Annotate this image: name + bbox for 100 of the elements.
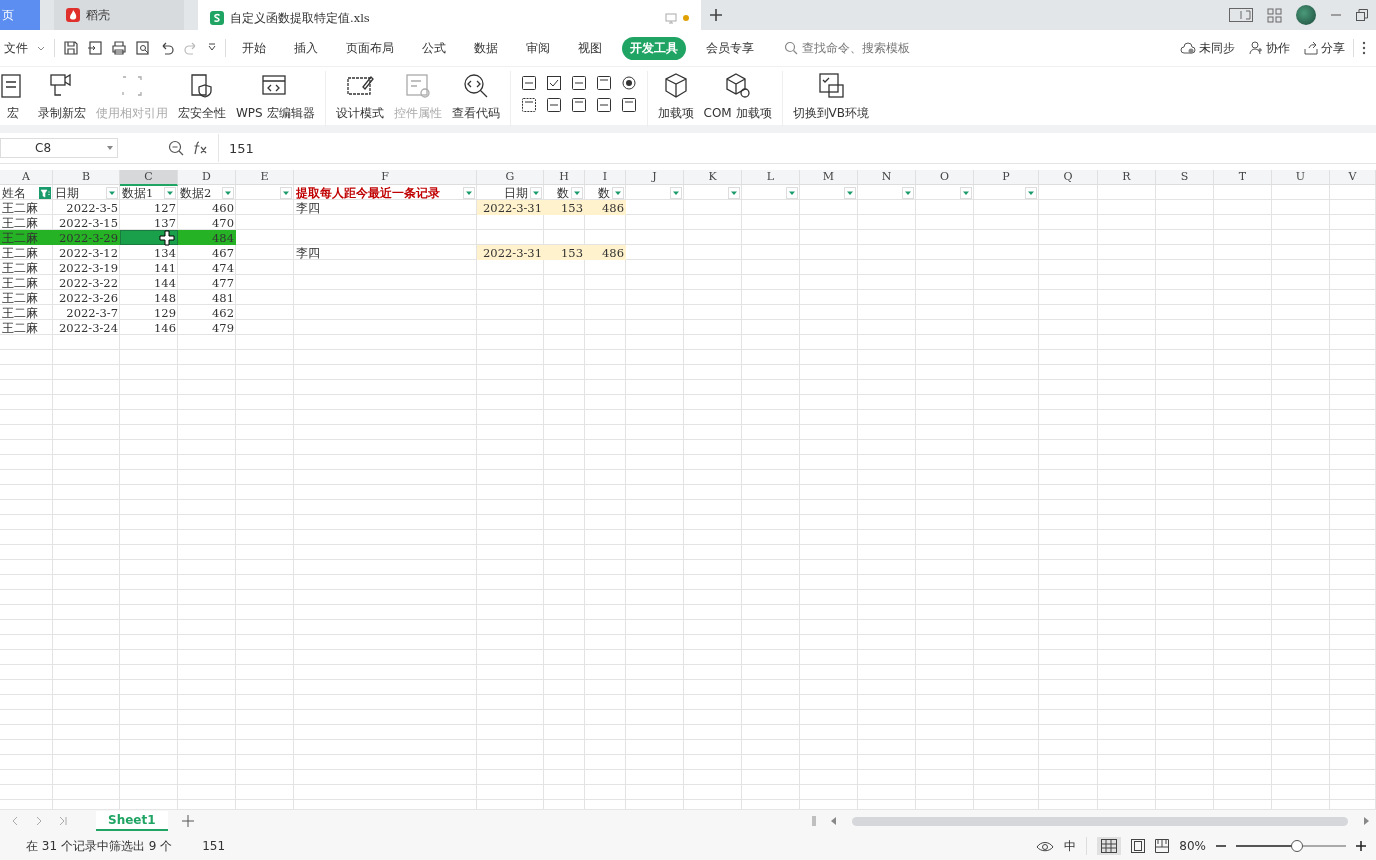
ribbon-button[interactable]: 设计模式 <box>335 71 384 122</box>
eye-icon[interactable] <box>1036 839 1055 853</box>
table-cell-text: 王二麻 <box>1 305 39 320</box>
ribbon-button[interactable]: 加载项 <box>657 71 694 122</box>
ribbon-tab[interactable]: 插入 <box>286 36 326 60</box>
zoom-icon[interactable] <box>168 140 184 156</box>
column-header[interactable]: I <box>585 170 626 186</box>
column-header[interactable]: M <box>800 170 858 186</box>
export-icon[interactable] <box>87 40 103 56</box>
filter-dropdown-icon[interactable] <box>786 186 798 199</box>
print-preview-icon[interactable] <box>135 40 151 56</box>
filter-dropdown-icon[interactable] <box>106 186 118 199</box>
zoom-in-icon[interactable] <box>1356 841 1366 851</box>
column-header[interactable]: H <box>544 170 585 186</box>
zoom-slider-thumb[interactable] <box>1290 840 1303 852</box>
ribbon-button[interactable]: 宏 <box>0 71 28 122</box>
collaborate-button[interactable]: 协作 <box>1249 39 1290 57</box>
reading-mode-icon[interactable] <box>1229 8 1253 22</box>
share-button[interactable]: 分享 <box>1304 39 1345 57</box>
zoom-level-dropdown[interactable]: 80% <box>1179 839 1206 853</box>
column-header[interactable]: S <box>1156 170 1214 186</box>
column-header[interactable]: E <box>236 170 294 186</box>
active-filter-icon[interactable] <box>39 186 51 199</box>
file-menu[interactable]: 文件 <box>4 39 28 57</box>
name-box[interactable]: C8 <box>0 138 118 158</box>
column-header[interactable]: L <box>742 170 800 186</box>
column-header[interactable]: G <box>477 170 544 186</box>
form-control-icon[interactable] <box>570 75 587 91</box>
column-header[interactable]: C <box>120 170 178 186</box>
restore-icon[interactable] <box>1356 9 1368 21</box>
new-tab-icon[interactable] <box>708 8 723 22</box>
column-header[interactable]: K <box>684 170 742 186</box>
ribbon-button[interactable]: 查看代码 <box>451 71 500 122</box>
filter-dropdown-icon[interactable] <box>530 186 542 199</box>
column-header[interactable]: A <box>0 170 53 186</box>
form-control-icon[interactable] <box>520 75 537 91</box>
column-header[interactable]: V <box>1330 170 1376 186</box>
ribbon-tab[interactable]: 数据 <box>466 36 506 60</box>
form-control-icon[interactable] <box>595 97 612 113</box>
filter-dropdown-icon[interactable] <box>571 186 583 199</box>
add-sheet-icon[interactable] <box>181 815 194 827</box>
column-header[interactable]: U <box>1272 170 1330 186</box>
search-field[interactable]: 查找命令、搜索模板 <box>784 40 944 56</box>
chevron-down-icon[interactable] <box>207 43 217 53</box>
horizontal-scrollbar[interactable] <box>852 816 1348 826</box>
more-options-icon[interactable] <box>1362 41 1366 55</box>
document-tab[interactable]: 自定义函数提取特定值.xls <box>198 0 701 30</box>
filter-dropdown-icon[interactable] <box>902 186 914 199</box>
form-control-icon[interactable] <box>545 97 562 113</box>
filter-dropdown-icon[interactable] <box>463 186 475 199</box>
form-control-icon[interactable] <box>520 97 537 113</box>
document-tab[interactable]: 稻壳 <box>54 0 184 30</box>
ribbon-button[interactable]: 宏安全性 <box>178 71 226 122</box>
filter-dropdown-icon[interactable] <box>670 186 682 199</box>
form-control-icon[interactable] <box>620 97 637 113</box>
column-header[interactable]: R <box>1098 170 1156 186</box>
form-control-icon[interactable] <box>595 75 612 91</box>
ribbon-button[interactable]: WPS 宏编辑器 <box>236 71 315 122</box>
ribbon-tab[interactable]: 审阅 <box>518 36 558 60</box>
column-header[interactable]: F <box>294 170 477 186</box>
save-icon[interactable] <box>63 40 79 56</box>
scroll-right-icon[interactable] <box>1362 817 1370 825</box>
form-control-icon[interactable] <box>570 97 587 113</box>
scroll-left-icon[interactable] <box>830 817 838 825</box>
filter-dropdown-icon[interactable] <box>280 186 292 199</box>
normal-view-icon[interactable] <box>1097 837 1122 855</box>
filter-dropdown-icon[interactable] <box>1025 186 1037 199</box>
formula-input[interactable]: 151 <box>218 134 1376 162</box>
ribbon-button[interactable]: COM 加载项 <box>703 71 772 122</box>
column-header[interactable]: N <box>858 170 916 186</box>
page-break-view-icon[interactable] <box>1155 839 1170 853</box>
column-header[interactable]: P <box>974 170 1039 186</box>
filter-dropdown-icon[interactable] <box>844 186 856 199</box>
filter-dropdown-icon[interactable] <box>728 186 740 199</box>
ribbon-tab[interactable]: 公式 <box>414 36 454 60</box>
filter-dropdown-icon[interactable] <box>164 186 176 199</box>
form-control-icon[interactable] <box>545 75 562 91</box>
table-cell-text: 141 <box>153 260 177 275</box>
ribbon-tab[interactable]: 页面布局 <box>338 36 402 60</box>
ribbon-tab[interactable]: 开始 <box>234 36 274 60</box>
sync-button[interactable]: 未同步 <box>1180 39 1235 57</box>
input-mode-button[interactable]: 中 <box>1064 837 1077 855</box>
column-header[interactable]: D <box>178 170 236 186</box>
column-header[interactable]: J <box>626 170 684 186</box>
ribbon-tab[interactable]: 会员专享 <box>698 36 762 60</box>
grid-apps-icon[interactable] <box>1267 7 1282 23</box>
ribbon-button[interactable]: 录制新宏 <box>38 71 86 122</box>
ribbon-button[interactable]: 切换到VB环境 <box>792 71 869 122</box>
column-header[interactable]: T <box>1214 170 1272 186</box>
column-header[interactable]: Q <box>1039 170 1098 186</box>
filter-dropdown-icon[interactable] <box>222 186 234 199</box>
user-avatar[interactable] <box>1296 5 1316 25</box>
table-cell-text: 2022-3-12 <box>58 245 119 260</box>
page-layout-view-icon[interactable] <box>1131 839 1146 853</box>
form-control-icon[interactable] <box>620 75 637 91</box>
column-header[interactable]: O <box>916 170 974 186</box>
print-icon[interactable] <box>111 40 127 56</box>
ribbon-tab[interactable]: 视图 <box>570 36 610 60</box>
filter-dropdown-icon[interactable] <box>960 186 972 199</box>
filter-dropdown-icon[interactable] <box>612 186 624 199</box>
